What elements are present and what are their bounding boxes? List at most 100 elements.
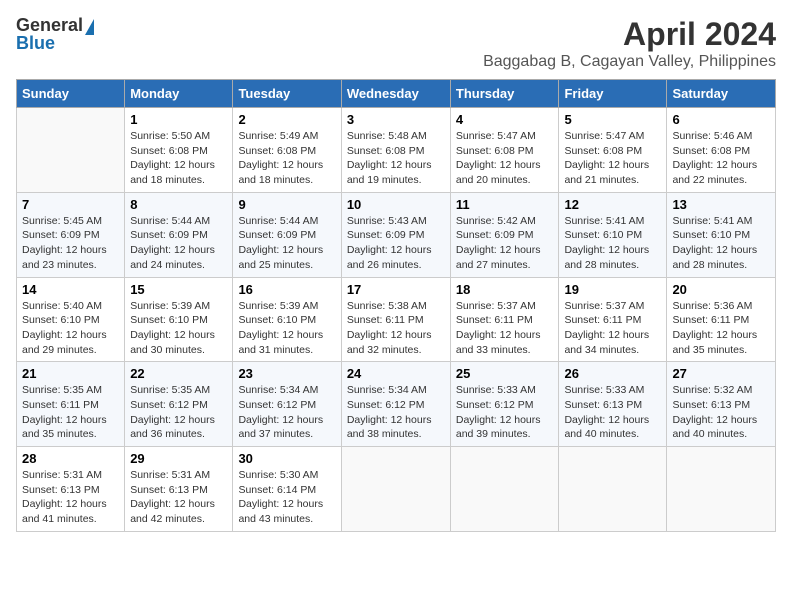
- calendar-cell: 30Sunrise: 5:30 AM Sunset: 6:14 PM Dayli…: [233, 447, 341, 532]
- calendar-cell: 7 Sunrise: 5:45 AM Sunset: 6:09 PM Daylig…: [17, 192, 125, 277]
- col-header-friday: Friday: [559, 80, 667, 108]
- day-number: 24: [347, 366, 445, 381]
- calendar-cell: 24 Sunrise: 5:34 AM Sunset: 6:12 PM Dayli…: [341, 362, 450, 447]
- calendar-cell: 22Sunrise: 5:35 AM Sunset: 6:12 PM Dayli…: [125, 362, 233, 447]
- calendar-cell: 3 Sunrise: 5:48 AM Sunset: 6:08 PM Daylig…: [341, 108, 450, 193]
- col-header-monday: Monday: [125, 80, 233, 108]
- col-header-sunday: Sunday: [17, 80, 125, 108]
- calendar-header-row: SundayMondayTuesdayWednesdayThursdayFrid…: [17, 80, 776, 108]
- day-number: 18: [456, 282, 554, 297]
- day-number: 2: [238, 112, 335, 127]
- day-number: 8: [130, 197, 227, 212]
- day-number: 26: [564, 366, 661, 381]
- calendar-cell: 29Sunrise: 5:31 AM Sunset: 6:13 PM Dayli…: [125, 447, 233, 532]
- day-number: 10: [347, 197, 445, 212]
- col-header-wednesday: Wednesday: [341, 80, 450, 108]
- calendar-cell: 11 Sunrise: 5:42 AM Sunset: 6:09 PM Dayli…: [450, 192, 559, 277]
- calendar-cell: 5Sunrise: 5:47 AM Sunset: 6:08 PM Daylig…: [559, 108, 667, 193]
- calendar-cell: 26Sunrise: 5:33 AM Sunset: 6:13 PM Dayli…: [559, 362, 667, 447]
- calendar-cell: [559, 447, 667, 532]
- week-row-1: 1Sunrise: 5:50 AM Sunset: 6:08 PM Daylig…: [17, 108, 776, 193]
- day-number: 17: [347, 282, 445, 297]
- day-info: Sunrise: 5:34 AM Sunset: 6:12 PM Dayligh…: [347, 384, 432, 440]
- day-number: 15: [130, 282, 227, 297]
- day-info: Sunrise: 5:39 AM Sunset: 6:10 PM Dayligh…: [238, 300, 323, 356]
- month-title: April 2024: [483, 16, 776, 53]
- week-row-2: 7 Sunrise: 5:45 AM Sunset: 6:09 PM Daylig…: [17, 192, 776, 277]
- day-number: 11: [456, 197, 554, 212]
- logo: General Blue: [16, 16, 94, 52]
- day-number: 19: [564, 282, 661, 297]
- day-number: 25: [456, 366, 554, 381]
- day-number: 4: [456, 112, 554, 127]
- calendar-cell: 2 Sunrise: 5:49 AM Sunset: 6:08 PM Daylig…: [233, 108, 341, 193]
- calendar-cell: [667, 447, 776, 532]
- calendar-table: SundayMondayTuesdayWednesdayThursdayFrid…: [16, 79, 776, 532]
- day-number: 6: [672, 112, 770, 127]
- day-info: Sunrise: 5:33 AM Sunset: 6:12 PM Dayligh…: [456, 384, 541, 440]
- day-number: 7: [22, 197, 119, 212]
- calendar-cell: 14 Sunrise: 5:40 AM Sunset: 6:10 PM Dayli…: [17, 277, 125, 362]
- day-info: Sunrise: 5:48 AM Sunset: 6:08 PM Dayligh…: [347, 130, 432, 186]
- location-title: Baggabag B, Cagayan Valley, Philippines: [483, 53, 776, 71]
- day-info: Sunrise: 5:40 AM Sunset: 6:10 PM Dayligh…: [22, 300, 107, 356]
- week-row-4: 21 Sunrise: 5:35 AM Sunset: 6:11 PM Dayli…: [17, 362, 776, 447]
- calendar-cell: 27Sunrise: 5:32 AM Sunset: 6:13 PM Dayli…: [667, 362, 776, 447]
- calendar-cell: 6 Sunrise: 5:46 AM Sunset: 6:08 PM Daylig…: [667, 108, 776, 193]
- day-info: Sunrise: 5:37 AM Sunset: 6:11 PM Dayligh…: [564, 300, 649, 356]
- calendar-cell: 15 Sunrise: 5:39 AM Sunset: 6:10 PM Dayli…: [125, 277, 233, 362]
- day-info: Sunrise: 5:31 AM Sunset: 6:13 PM Dayligh…: [22, 469, 107, 525]
- day-number: 20: [672, 282, 770, 297]
- day-info: Sunrise: 5:39 AM Sunset: 6:10 PM Dayligh…: [130, 300, 215, 356]
- calendar-cell: 28 Sunrise: 5:31 AM Sunset: 6:13 PM Dayli…: [17, 447, 125, 532]
- calendar-cell: 23Sunrise: 5:34 AM Sunset: 6:12 PM Dayli…: [233, 362, 341, 447]
- day-number: 30: [238, 451, 335, 466]
- calendar-cell: 12Sunrise: 5:41 AM Sunset: 6:10 PM Dayli…: [559, 192, 667, 277]
- calendar-cell: [341, 447, 450, 532]
- day-number: 16: [238, 282, 335, 297]
- title-area: April 2024 Baggabag B, Cagayan Valley, P…: [483, 16, 776, 71]
- day-number: 23: [238, 366, 335, 381]
- day-info: Sunrise: 5:31 AM Sunset: 6:13 PM Dayligh…: [130, 469, 215, 525]
- day-info: Sunrise: 5:37 AM Sunset: 6:11 PM Dayligh…: [456, 300, 541, 356]
- calendar-cell: 4 Sunrise: 5:47 AM Sunset: 6:08 PM Daylig…: [450, 108, 559, 193]
- day-info: Sunrise: 5:42 AM Sunset: 6:09 PM Dayligh…: [456, 215, 541, 271]
- calendar-cell: 13 Sunrise: 5:41 AM Sunset: 6:10 PM Dayli…: [667, 192, 776, 277]
- day-info: Sunrise: 5:44 AM Sunset: 6:09 PM Dayligh…: [238, 215, 323, 271]
- day-number: 9: [238, 197, 335, 212]
- day-info: Sunrise: 5:43 AM Sunset: 6:09 PM Dayligh…: [347, 215, 432, 271]
- calendar-cell: 25 Sunrise: 5:33 AM Sunset: 6:12 PM Dayli…: [450, 362, 559, 447]
- day-info: Sunrise: 5:44 AM Sunset: 6:09 PM Dayligh…: [130, 215, 215, 271]
- logo-blue-text: Blue: [16, 34, 55, 52]
- week-row-5: 28 Sunrise: 5:31 AM Sunset: 6:13 PM Dayli…: [17, 447, 776, 532]
- header: General Blue April 2024 Baggabag B, Caga…: [16, 16, 776, 71]
- day-info: Sunrise: 5:49 AM Sunset: 6:08 PM Dayligh…: [238, 130, 323, 186]
- day-number: 3: [347, 112, 445, 127]
- day-info: Sunrise: 5:46 AM Sunset: 6:08 PM Dayligh…: [672, 130, 757, 186]
- week-row-3: 14 Sunrise: 5:40 AM Sunset: 6:10 PM Dayli…: [17, 277, 776, 362]
- day-info: Sunrise: 5:35 AM Sunset: 6:11 PM Dayligh…: [22, 384, 107, 440]
- day-info: Sunrise: 5:38 AM Sunset: 6:11 PM Dayligh…: [347, 300, 432, 356]
- calendar-cell: 21 Sunrise: 5:35 AM Sunset: 6:11 PM Dayli…: [17, 362, 125, 447]
- day-number: 27: [672, 366, 770, 381]
- day-number: 21: [22, 366, 119, 381]
- day-number: 5: [564, 112, 661, 127]
- calendar-cell: 16 Sunrise: 5:39 AM Sunset: 6:10 PM Dayli…: [233, 277, 341, 362]
- day-number: 13: [672, 197, 770, 212]
- day-info: Sunrise: 5:45 AM Sunset: 6:09 PM Dayligh…: [22, 215, 107, 271]
- calendar-cell: 10 Sunrise: 5:43 AM Sunset: 6:09 PM Dayli…: [341, 192, 450, 277]
- day-info: Sunrise: 5:41 AM Sunset: 6:10 PM Dayligh…: [672, 215, 757, 271]
- calendar-cell: 19 Sunrise: 5:37 AM Sunset: 6:11 PM Dayli…: [559, 277, 667, 362]
- calendar-cell: 20Sunrise: 5:36 AM Sunset: 6:11 PM Dayli…: [667, 277, 776, 362]
- day-info: Sunrise: 5:47 AM Sunset: 6:08 PM Dayligh…: [456, 130, 541, 186]
- calendar-cell: 18 Sunrise: 5:37 AM Sunset: 6:11 PM Dayli…: [450, 277, 559, 362]
- day-number: 14: [22, 282, 119, 297]
- calendar-cell: [17, 108, 125, 193]
- day-info: Sunrise: 5:50 AM Sunset: 6:08 PM Dayligh…: [130, 130, 215, 186]
- calendar-cell: 9 Sunrise: 5:44 AM Sunset: 6:09 PM Daylig…: [233, 192, 341, 277]
- calendar-cell: 1Sunrise: 5:50 AM Sunset: 6:08 PM Daylig…: [125, 108, 233, 193]
- col-header-saturday: Saturday: [667, 80, 776, 108]
- logo-general-text: General: [16, 16, 83, 34]
- day-number: 12: [564, 197, 661, 212]
- day-number: 28: [22, 451, 119, 466]
